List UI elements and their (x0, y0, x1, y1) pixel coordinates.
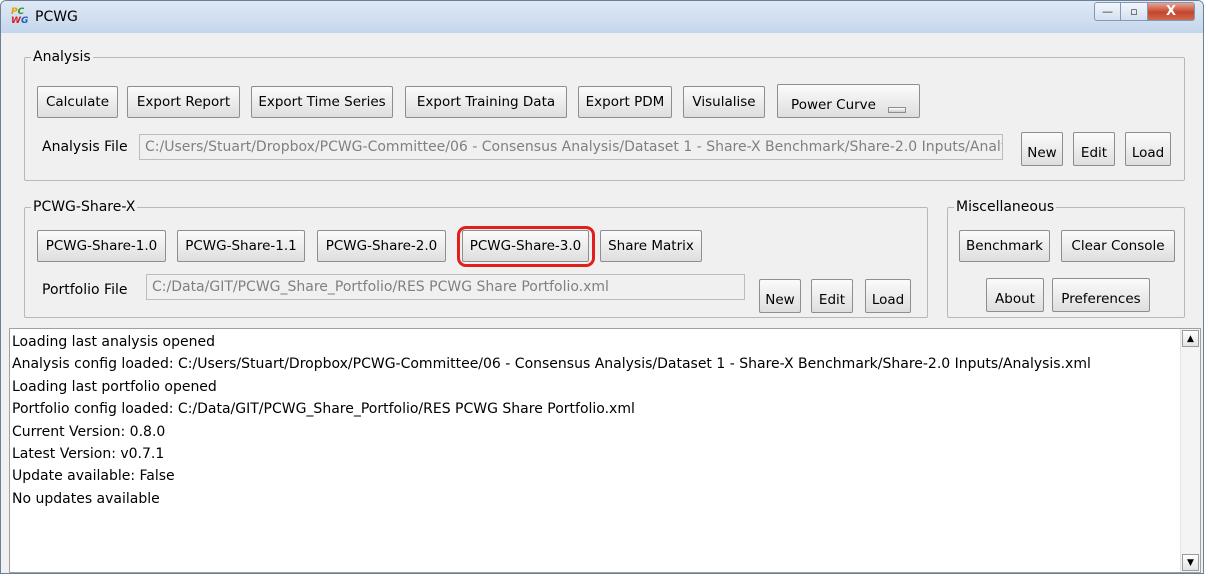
preferences-button[interactable]: Preferences (1052, 278, 1150, 312)
maximize-button[interactable]: ▫ (1121, 2, 1148, 21)
minimize-button[interactable]: — (1094, 2, 1121, 21)
portfolio-file-label: Portfolio File (42, 282, 128, 298)
export-pdm-button[interactable]: Export PDM (578, 86, 672, 118)
analysis-mode-dropdown[interactable]: Power Curve (777, 84, 920, 118)
portfolio-new-button[interactable]: New (759, 279, 801, 313)
analysis-edit-button[interactable]: Edit (1073, 132, 1115, 166)
share-1-0-button[interactable]: PCWG-Share-1.0 (37, 230, 166, 262)
window-controls: — ▫ X (1094, 2, 1195, 21)
minimize-icon: — (1102, 5, 1113, 18)
console-lines: Loading last analysis opened Analysis co… (10, 331, 1178, 510)
console-line: Loading last analysis opened (12, 334, 215, 350)
analysis-mode-value: Power Curve (791, 97, 876, 113)
benchmark-button[interactable]: Benchmark (959, 230, 1050, 262)
analysis-file-field[interactable]: C:/Users/Stuart/Dropbox/PCWG-Committee/0… (139, 134, 1003, 160)
export-time-series-button[interactable]: Export Time Series (251, 86, 393, 118)
pcwg-logo-icon: PC WG (11, 7, 29, 26)
share-x-legend: PCWG-Share-X (31, 198, 138, 216)
calculate-button[interactable]: Calculate (37, 86, 118, 118)
analysis-legend: Analysis (31, 48, 93, 66)
miscellaneous-group: Miscellaneous Benchmark Clear Console Ab… (947, 198, 1185, 318)
console-line: Portfolio config loaded: C:/Data/GIT/PCW… (12, 401, 635, 418)
share-x-group: PCWG-Share-X PCWG-Share-1.0 PCWG-Share-1… (24, 198, 928, 318)
app-window: PC WG PCWG — ▫ X Analysis Calculate Expo… (0, 0, 1204, 574)
miscellaneous-legend: Miscellaneous (954, 198, 1057, 216)
console-line: Analysis config loaded: C:/Users/Stuart/… (12, 356, 1091, 373)
console-line: Update available: False (12, 468, 175, 485)
console-line: Latest Version: v0.7.1 (12, 446, 165, 463)
about-button[interactable]: About (986, 278, 1044, 312)
analysis-group: Analysis Calculate Export Report Export … (24, 48, 1185, 181)
title-bar: PC WG PCWG — ▫ X (1, 1, 1203, 33)
console-output[interactable]: Loading last analysis opened Analysis co… (9, 328, 1201, 573)
dropdown-indicator-icon (887, 107, 906, 113)
close-icon: X (1165, 4, 1177, 19)
portfolio-file-field[interactable]: C:/Data/GIT/PCWG_Share_Portfolio/RES PCW… (146, 274, 745, 300)
analysis-new-button[interactable]: New (1021, 132, 1063, 166)
visualise-button[interactable]: Visulalise (683, 86, 765, 118)
console-scrollbar[interactable]: ▲ ▼ (1180, 329, 1200, 572)
console-line: Loading last portfolio opened (12, 378, 217, 395)
clear-console-button[interactable]: Clear Console (1061, 230, 1175, 262)
analysis-load-button[interactable]: Load (1125, 132, 1171, 166)
console-line: Current Version: 0.8.0 (12, 423, 166, 440)
share-2-0-button[interactable]: PCWG-Share-2.0 (317, 230, 446, 262)
close-button[interactable]: X (1148, 2, 1195, 21)
scroll-up-icon[interactable]: ▲ (1182, 330, 1199, 347)
maximize-icon: ▫ (1130, 5, 1138, 18)
share-3-0-button[interactable]: PCWG-Share-3.0 (462, 230, 589, 262)
export-report-button[interactable]: Export Report (127, 86, 240, 118)
scroll-down-icon[interactable]: ▼ (1182, 554, 1199, 571)
analysis-file-label: Analysis File (42, 139, 128, 155)
window-title: PCWG (35, 9, 78, 25)
portfolio-load-button[interactable]: Load (865, 279, 911, 313)
share-matrix-button[interactable]: Share Matrix (600, 230, 702, 262)
portfolio-edit-button[interactable]: Edit (811, 279, 853, 313)
export-training-data-button[interactable]: Export Training Data (405, 86, 567, 118)
console-line: No updates available (12, 490, 160, 507)
share-1-1-button[interactable]: PCWG-Share-1.1 (177, 230, 305, 262)
